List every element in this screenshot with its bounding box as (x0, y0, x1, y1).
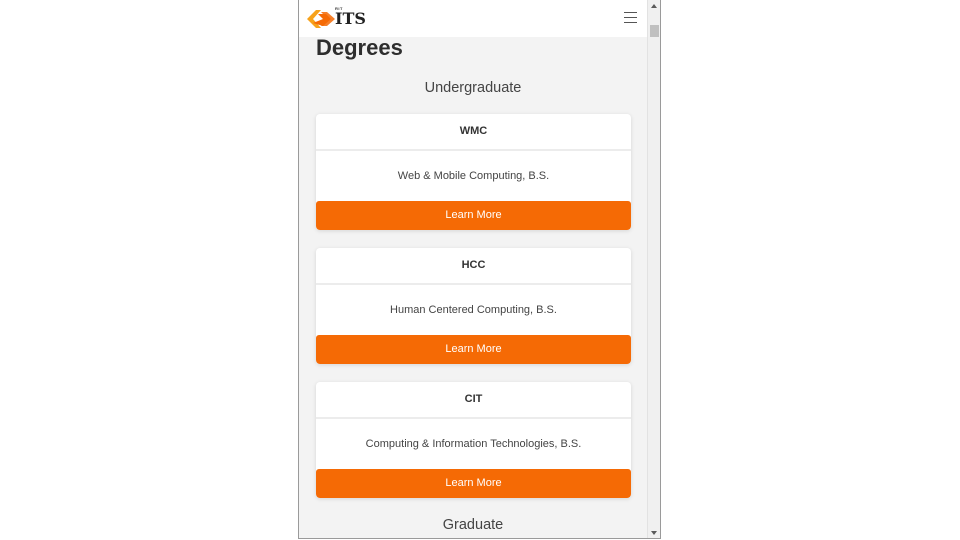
learn-more-button-cit[interactable]: Learn More (316, 469, 631, 498)
section-heading-graduate: Graduate (442, 517, 504, 533)
learn-more-button-wmc[interactable]: Learn More (316, 201, 631, 230)
browser-viewport: RIT ITS Degrees Undergraduate WMC Web & … (298, 0, 661, 539)
page-title: Degrees (316, 35, 403, 60)
learn-more-button-hcc[interactable]: Learn More (316, 335, 631, 364)
vertical-scrollbar[interactable] (647, 0, 660, 538)
card-title: HCC (316, 248, 631, 285)
degree-card-cit: CIT Computing & Information Technologies… (316, 382, 631, 498)
hamburger-menu-icon[interactable] (624, 12, 637, 23)
degree-card-hcc: HCC Human Centered Computing, B.S. Learn… (316, 248, 631, 364)
navbar: RIT ITS (299, 0, 647, 37)
scrollbar-thumb[interactable] (650, 25, 659, 37)
card-title: CIT (316, 382, 631, 419)
scroll-up-arrow-icon[interactable] (648, 2, 660, 10)
card-description: Human Centered Computing, B.S. (390, 304, 557, 316)
its-logo-icon[interactable] (307, 8, 335, 30)
logo-text[interactable]: ITS (335, 9, 366, 28)
scroll-down-arrow-icon[interactable] (648, 529, 660, 537)
degree-card-wmc: WMC Web & Mobile Computing, B.S. Learn M… (316, 114, 631, 230)
card-description: Web & Mobile Computing, B.S. (397, 170, 550, 182)
section-heading-undergraduate: Undergraduate (424, 80, 522, 96)
card-title: WMC (316, 114, 631, 151)
card-description: Computing & Information Technologies, B.… (365, 438, 582, 450)
